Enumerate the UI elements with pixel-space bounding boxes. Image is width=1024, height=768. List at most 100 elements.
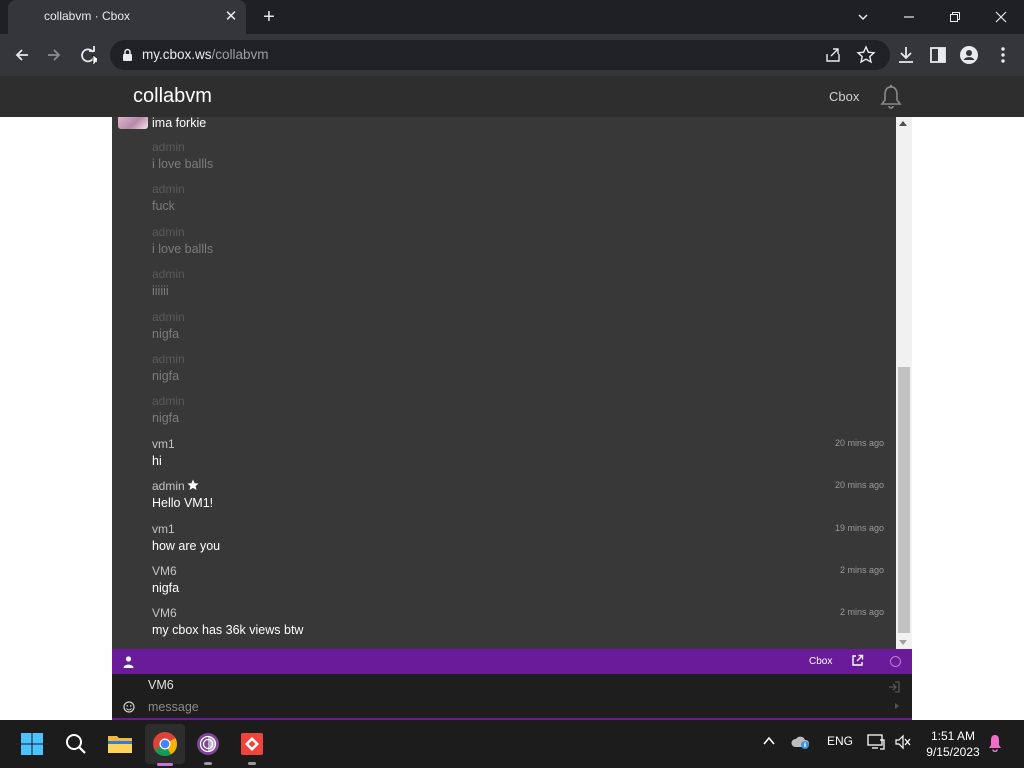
- message-text: Hello VM1!: [152, 496, 214, 510]
- status-indicator-icon[interactable]: [890, 656, 901, 667]
- message-text: i love ballls: [152, 242, 214, 256]
- onedrive-icon[interactable]: [791, 734, 811, 754]
- tab-close-icon[interactable]: ✕: [222, 8, 240, 26]
- language-indicator[interactable]: ENG: [827, 734, 853, 754]
- back-icon[interactable]: [10, 43, 34, 67]
- message-author[interactable]: admin: [152, 478, 884, 495]
- lock-icon[interactable]: [122, 48, 133, 62]
- message-author[interactable]: admin: [152, 393, 884, 410]
- cbox-link[interactable]: Cbox: [809, 656, 832, 667]
- notification-bell-icon[interactable]: [987, 734, 1003, 754]
- cbox-toolbar: Cbox: [112, 649, 912, 674]
- scroll-down-icon[interactable]: [899, 640, 907, 645]
- composer-username[interactable]: VM6: [148, 678, 174, 692]
- message-text: fuck: [152, 199, 175, 213]
- list-item: ima forkie: [152, 117, 884, 132]
- message-author[interactable]: admin: [152, 139, 884, 156]
- message-timestamp: 19 mins ago: [834, 523, 884, 533]
- clock-date: 9/15/2023: [926, 745, 980, 759]
- tab-title: collabvm · Cbox: [44, 9, 131, 23]
- list-item: admin fuck: [152, 181, 884, 215]
- restore-icon[interactable]: [942, 4, 968, 30]
- address-bar[interactable]: my.cbox.ws/collabvm: [110, 40, 890, 70]
- running-indicator: [248, 762, 256, 765]
- side-panel-icon[interactable]: [927, 44, 949, 66]
- list-item: admin nigfa: [152, 393, 884, 427]
- message-text: iiiiii: [152, 284, 169, 298]
- windows-taskbar: ENG 1:51 AM 9/15/2023: [0, 720, 1024, 768]
- message-text: nigfa: [152, 581, 180, 595]
- reload-icon[interactable]: [76, 43, 100, 67]
- network-icon[interactable]: [867, 734, 885, 754]
- message-timestamp: 2 mins ago: [839, 565, 884, 575]
- message-author[interactable]: vm1: [152, 521, 884, 538]
- menu-kebab-icon[interactable]: [992, 44, 1014, 66]
- profile-icon[interactable]: [958, 44, 980, 66]
- message-text: how are you: [152, 539, 221, 553]
- emoji-icon[interactable]: [123, 700, 135, 718]
- message-author[interactable]: VM6: [152, 605, 884, 622]
- sign-in-icon[interactable]: [888, 680, 900, 698]
- page-title: collabvm: [133, 85, 212, 107]
- message-author[interactable]: admin: [152, 351, 884, 368]
- new-tab-icon[interactable]: +: [258, 6, 280, 28]
- cbox-header-link[interactable]: Cbox: [829, 89, 859, 104]
- list-item: vm1 how are you 19 mins ago: [152, 521, 884, 555]
- minimize-icon[interactable]: [896, 4, 922, 30]
- message-input[interactable]: [148, 698, 868, 716]
- list-item: admin nigfa: [152, 309, 884, 343]
- browser-tab[interactable]: collabvm · Cbox ✕: [8, 0, 246, 34]
- volume-muted-icon[interactable]: [894, 734, 912, 754]
- message-author[interactable]: vm1: [152, 436, 884, 453]
- file-explorer-icon[interactable]: [104, 728, 136, 760]
- chat-message-list[interactable]: ima forkie admin i love ballls admin fuck ad…: [112, 117, 912, 649]
- share-icon[interactable]: [823, 45, 843, 65]
- list-item: admin Hello VM1! 20 mins ago: [152, 478, 884, 512]
- message-text: my cbox has 36k views btw: [152, 623, 304, 637]
- message-text: i love ballls: [152, 157, 214, 171]
- list-item: admin nigfa: [152, 351, 884, 385]
- message-text: nigfa: [152, 369, 180, 383]
- chrome-taskbar-icon[interactable]: [145, 724, 185, 766]
- send-arrow-icon[interactable]: [895, 703, 899, 709]
- forward-icon[interactable]: [42, 43, 66, 67]
- search-icon[interactable]: [60, 728, 92, 760]
- url-path: /collabvm: [211, 47, 269, 62]
- list-item: admin i love ballls: [152, 139, 884, 173]
- close-window-icon[interactable]: [988, 4, 1014, 30]
- bell-icon[interactable]: [879, 84, 903, 115]
- url-host: my.cbox.ws: [142, 47, 212, 62]
- star-icon: [187, 479, 199, 490]
- list-item: vm1 hi 20 mins ago: [152, 436, 884, 470]
- scroll-thumb[interactable]: [898, 367, 910, 633]
- windows-start-icon[interactable]: [16, 728, 48, 760]
- running-indicator: [157, 763, 173, 766]
- url-text: my.cbox.ws/collabvm: [142, 47, 269, 62]
- taskbar-clock[interactable]: 1:51 AM 9/15/2023: [922, 728, 984, 760]
- message-timestamp: 2 mins ago: [839, 607, 884, 617]
- bookmark-star-icon[interactable]: [856, 45, 876, 65]
- browser-toolbar: my.cbox.ws/collabvm: [0, 34, 1024, 76]
- message-timestamp: 20 mins ago: [834, 438, 884, 448]
- download-icon[interactable]: [895, 44, 917, 66]
- page-header: collabvm Cbox: [0, 76, 1024, 117]
- chat-scrollbar[interactable]: [896, 117, 912, 649]
- popout-icon[interactable]: [851, 654, 864, 672]
- list-item: VM6 my cbox has 36k views btw 2 mins ago: [152, 605, 884, 639]
- message-text: nigfa: [152, 327, 180, 341]
- tab-search-icon[interactable]: [850, 4, 876, 30]
- anydesk-icon[interactable]: [236, 728, 268, 765]
- tab-strip: collabvm · Cbox ✕ +: [0, 0, 1024, 34]
- show-hidden-icons-icon[interactable]: [762, 734, 776, 754]
- scroll-up-icon[interactable]: [899, 121, 907, 126]
- message-author[interactable]: admin: [152, 224, 884, 241]
- message-author[interactable]: admin: [152, 266, 884, 283]
- message-author[interactable]: VM6: [152, 563, 884, 580]
- message-text: ima forkie: [152, 117, 207, 130]
- message-text: nigfa: [152, 411, 180, 425]
- tor-browser-icon[interactable]: [192, 728, 224, 765]
- message-composer: VM6: [112, 674, 912, 720]
- user-icon[interactable]: [123, 655, 134, 673]
- message-author[interactable]: admin: [152, 309, 884, 326]
- message-author[interactable]: admin: [152, 181, 884, 198]
